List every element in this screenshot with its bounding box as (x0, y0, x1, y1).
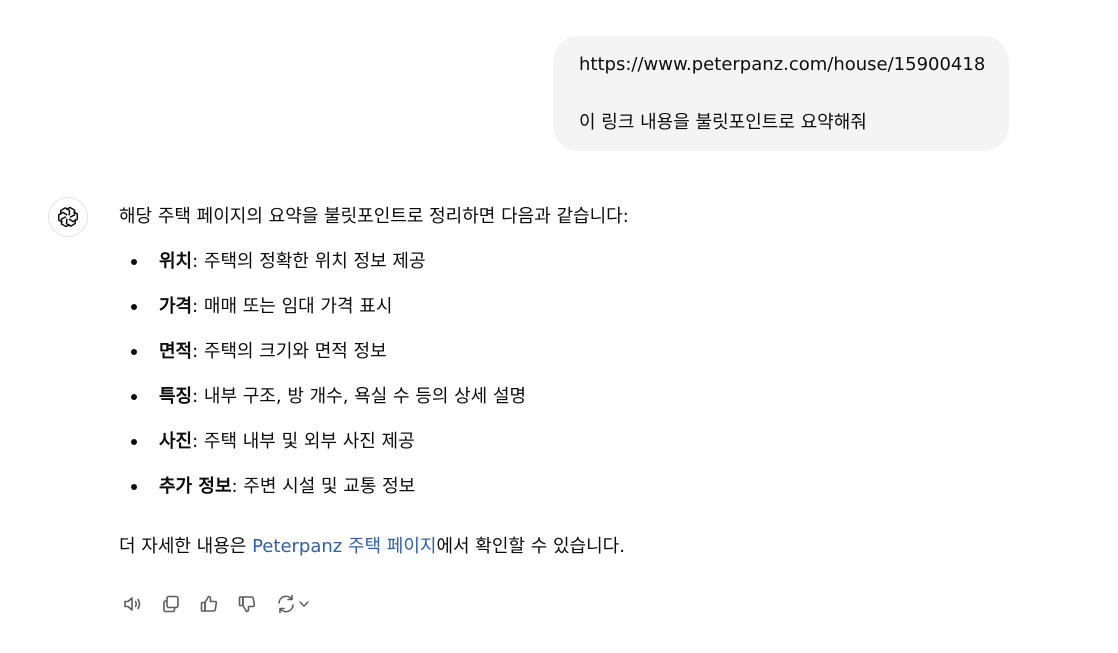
outro-prefix: 더 자세한 내용은 (119, 536, 253, 557)
bullet-item: 특징: 내부 구조, 방 개수, 욕실 수 등의 상세 설명 (119, 383, 1019, 428)
bullet-term: 사진 (159, 431, 193, 452)
bullet-text: : 주변 시설 및 교통 정보 (231, 476, 416, 497)
bullet-item: 가격: 매매 또는 임대 가격 표시 (119, 293, 1019, 338)
bullet-dot (131, 304, 137, 310)
user-message-url[interactable]: https://www.peterpanz.com/house/15900418 (579, 52, 985, 78)
bullet-dot (131, 394, 137, 400)
bullet-term: 추가 정보 (159, 476, 232, 497)
regenerate-icon (275, 593, 297, 615)
peterpanz-house-link[interactable]: Peterpanz 주택 페이지 (252, 536, 436, 557)
copy-button[interactable] (157, 590, 185, 618)
copy-icon (160, 593, 182, 615)
user-message-bubble: https://www.peterpanz.com/house/15900418… (553, 36, 1009, 151)
summary-bullet-list: 위치: 주택의 정확한 위치 정보 제공 가격: 매매 또는 임대 가격 표시 … (119, 248, 1019, 518)
bullet-text: : 매매 또는 임대 가격 표시 (192, 296, 393, 317)
bullet-term: 면적 (159, 341, 193, 362)
assistant-avatar (48, 197, 88, 237)
regenerate-button[interactable] (271, 590, 315, 618)
bullet-term: 위치 (159, 251, 193, 272)
bullet-item: 면적: 주택의 크기와 면적 정보 (119, 338, 1019, 383)
bullet-item: 추가 정보: 주변 시설 및 교통 정보 (119, 473, 1019, 518)
bullet-dot (131, 259, 137, 265)
outro-suffix: 에서 확인할 수 있습니다. (436, 536, 625, 557)
thumbs-down-icon (236, 593, 258, 615)
bullet-dot (131, 349, 137, 355)
bullet-item: 사진: 주택 내부 및 외부 사진 제공 (119, 428, 1019, 473)
speaker-icon (122, 593, 144, 615)
bad-response-button[interactable] (233, 590, 261, 618)
bullet-text: : 주택의 정확한 위치 정보 제공 (192, 251, 426, 272)
assistant-intro: 해당 주택 페이지의 요약을 불릿포인트로 정리하면 다음과 같습니다: (119, 206, 629, 227)
assistant-outro: 더 자세한 내용은 Peterpanz 주택 페이지에서 확인할 수 있습니다. (119, 533, 1019, 561)
bullet-text: : 주택 내부 및 외부 사진 제공 (192, 431, 415, 452)
bullet-dot (131, 439, 137, 445)
chat-page: https://www.peterpanz.com/house/15900418… (0, 0, 1118, 653)
user-message-request: 이 링크 내용을 불릿포인트로 요약해줘 (579, 112, 867, 133)
bullet-item: 위치: 주택의 정확한 위치 정보 제공 (119, 248, 1019, 293)
good-response-button[interactable] (195, 590, 223, 618)
bullet-term: 특징 (159, 386, 193, 407)
thumbs-up-icon (198, 593, 220, 615)
message-actions-bar (119, 590, 315, 618)
openai-logo-icon (56, 205, 80, 229)
chevron-down-icon (297, 597, 311, 611)
bullet-text: : 주택의 크기와 면적 정보 (192, 341, 387, 362)
read-aloud-button[interactable] (119, 590, 147, 618)
bullet-dot (131, 484, 137, 490)
bullet-text: : 내부 구조, 방 개수, 욕실 수 등의 상세 설명 (192, 386, 527, 407)
bullet-term: 가격 (159, 296, 193, 317)
assistant-message: 해당 주택 페이지의 요약을 불릿포인트로 정리하면 다음과 같습니다: 위치:… (119, 203, 1019, 561)
